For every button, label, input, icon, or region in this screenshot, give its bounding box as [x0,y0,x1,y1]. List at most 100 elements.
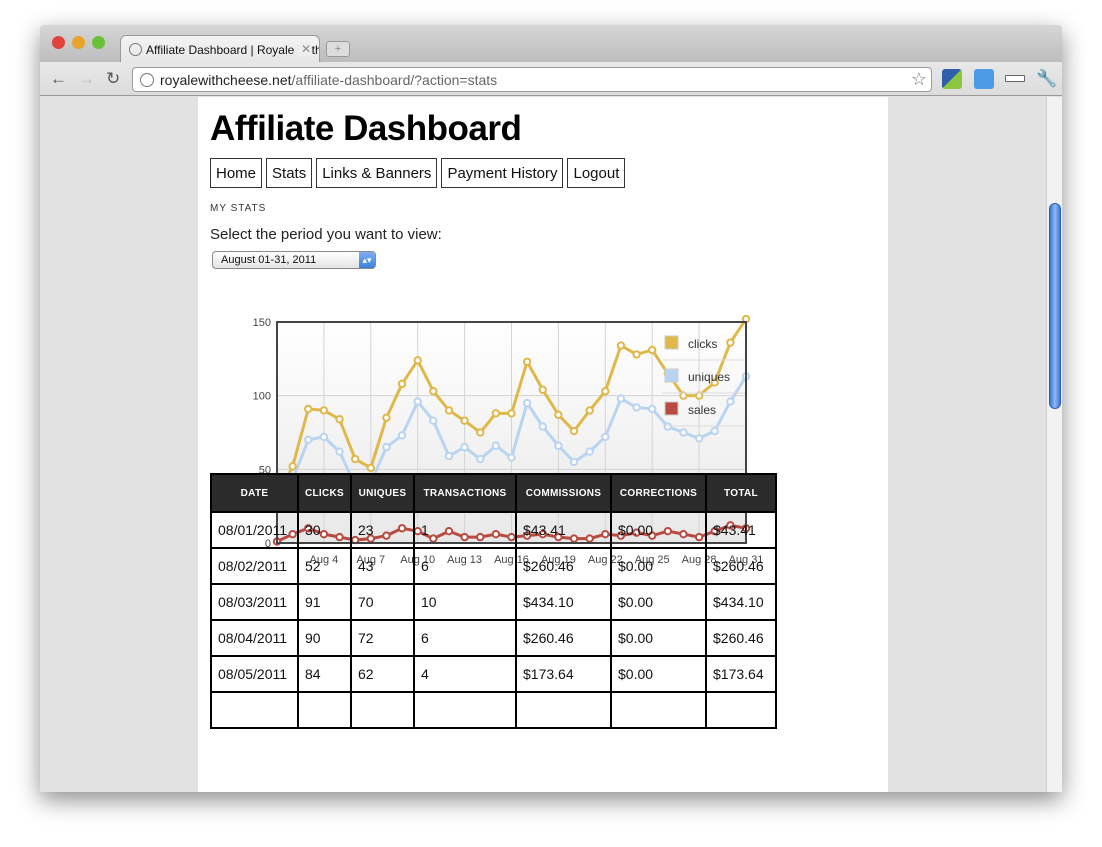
data-point-uniques [679,428,688,437]
data-point-clicks [632,350,641,359]
data-point-clicks [413,356,422,365]
table-row: 08/05/2011 84 62 4 $173.64 $0.00 $173.64 [210,655,777,693]
data-point-uniques [304,435,313,445]
table-cell [705,691,777,729]
table-row: 08/03/2011 91 70 10 $434.10 $0.00 $434.10 [210,583,777,621]
data-point-clicks [585,406,594,415]
table-cell: 08/05/2011 [210,655,299,693]
data-point-uniques [601,432,610,442]
nav-logout[interactable]: Logout [567,158,626,188]
nav-stats[interactable]: Stats [266,158,313,188]
data-point-clicks [491,409,501,418]
data-point-uniques [444,451,454,461]
table-cell: $260.46 [515,619,612,657]
column-header: DATE [210,473,299,513]
data-point-uniques [616,394,626,403]
wrench-icon[interactable]: 🔧 [1036,69,1057,89]
table-cell: $0.00 [610,547,707,585]
scrollbar-thumb[interactable] [1049,203,1061,409]
data-point-clicks [648,345,657,355]
table-cell: 52 [297,547,352,585]
data-point-uniques [460,443,469,452]
table-cell: 08/03/2011 [210,583,299,621]
seo-icon[interactable] [974,69,994,89]
data-point-clicks [476,428,485,437]
data-point-uniques [319,432,329,442]
globe-icon [129,43,142,56]
table-cell: $434.10 [515,583,612,621]
table-cell: $43.41 [705,511,777,549]
nav-payment-history[interactable]: Payment History [441,158,564,188]
table-cell [413,691,517,729]
window-icon[interactable] [1005,75,1025,82]
data-point-clicks [350,454,360,464]
tab-active[interactable]: Affiliate Dashboard | Royale With Cheese… [120,35,320,63]
data-point-clicks [382,413,391,422]
table-cell [610,691,707,729]
table-cell [210,691,299,729]
address-bar[interactable]: royalewithcheese.net/affiliate-dashboard… [132,67,932,92]
data-point-uniques [476,454,485,464]
data-point-uniques [382,443,391,452]
table-row: 08/02/2011 52 43 6 $260.46 $0.00 $260.46 [210,547,777,585]
data-point-uniques [726,397,735,406]
data-point-clicks [522,357,532,366]
legend-label: clicks [688,337,717,351]
table-cell: $43.41 [515,511,612,549]
data-point-uniques [554,441,563,450]
data-point-clicks [429,387,438,396]
back-icon[interactable]: ← [50,69,67,89]
table-cell: $173.64 [705,655,777,693]
pagespeed-icon[interactable] [942,69,962,89]
data-point-clicks [507,409,516,418]
table-cell: 08/04/2011 [210,619,299,657]
table-cell: $260.46 [515,547,612,585]
table-cell: 6 [413,547,517,585]
nav-home[interactable]: Home [210,158,263,188]
data-point-uniques [663,422,673,431]
data-point-clicks [366,463,376,473]
data-point-uniques [397,431,407,440]
reload-icon[interactable]: ↻ [106,69,120,89]
table-cell: 1 [413,511,517,549]
close-tab-icon[interactable]: ✕ [297,42,311,56]
legend-swatch-clicks [664,335,679,350]
table-row [210,691,777,729]
table-cell: $0.00 [610,619,707,657]
data-point-clicks [335,415,344,424]
legend-swatch-sales [664,401,679,416]
nav-links-banners[interactable]: Links & Banners [316,158,438,188]
forward-icon[interactable]: → [78,69,95,89]
table-row: 08/04/2011 90 72 6 $260.46 $0.00 $260.46 [210,619,777,657]
data-point-uniques [710,426,719,436]
bookmark-star-icon[interactable]: ☆ [911,69,927,90]
zoom-window-button[interactable] [92,36,105,49]
table-cell: $434.10 [705,583,777,621]
globe-icon [140,73,154,87]
close-window-button[interactable] [52,36,65,49]
table-cell: 08/01/2011 [210,511,299,549]
table-cell: 4 [413,655,517,693]
table-cell: $173.64 [515,655,612,693]
data-point-uniques [413,397,422,406]
table-cell [297,691,352,729]
table-cell: 90 [297,619,352,657]
table-cell: 43 [350,547,415,585]
column-header: UNIQUES [350,473,415,513]
table-cell: 70 [350,583,415,621]
column-header: TOTAL [705,473,777,513]
data-point-uniques [648,404,657,414]
minimize-window-button[interactable] [72,36,85,49]
data-point-clicks [460,416,469,425]
table-cell: 72 [350,619,415,657]
toolbar: ← → ↻ royalewithcheese.net/affiliate-das… [40,62,1062,96]
table-cell: 6 [413,619,517,657]
legend-swatch-uniques [664,368,679,383]
legend-label: uniques [688,370,730,384]
scrollbar[interactable] [1046,97,1062,792]
table-cell: 91 [297,583,352,621]
new-tab-button[interactable]: + [326,41,350,57]
data-point-uniques [569,457,579,467]
data-point-uniques [491,441,501,450]
table-cell: 23 [350,511,415,549]
